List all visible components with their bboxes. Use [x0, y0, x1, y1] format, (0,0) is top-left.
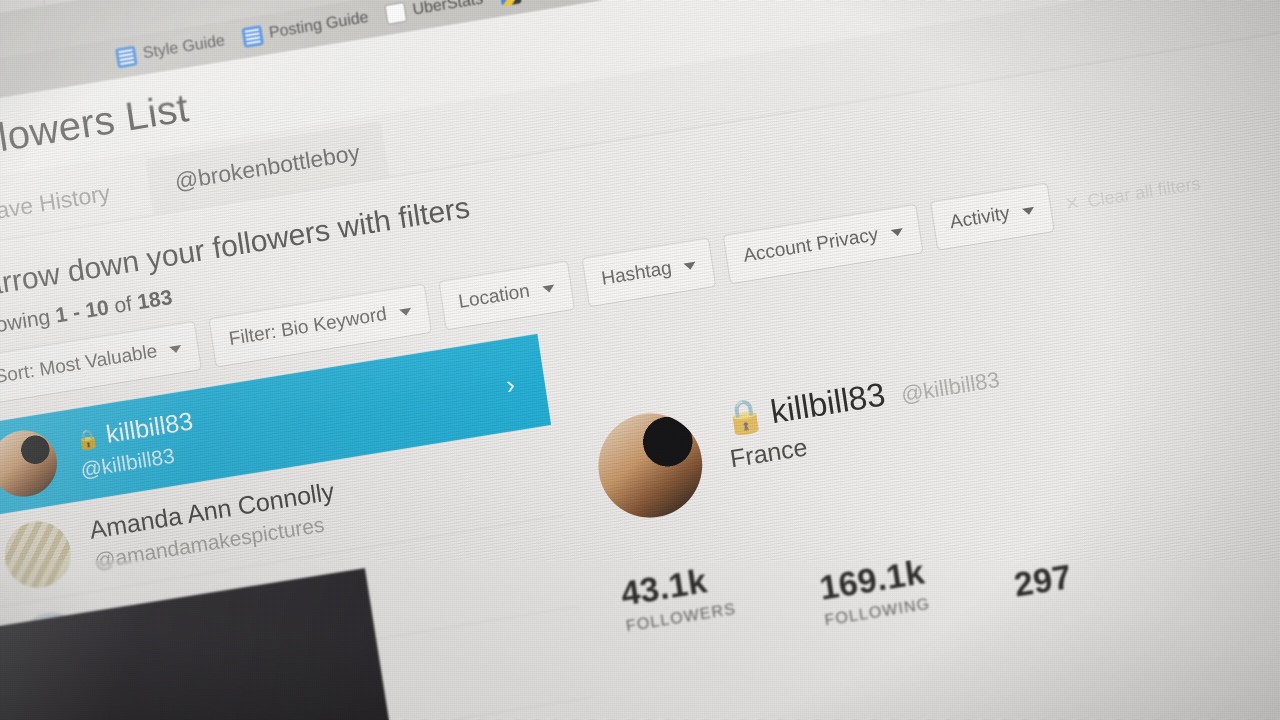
- bookmark-label: UberStats: [411, 0, 485, 19]
- avatar: [0, 425, 62, 502]
- chevron-right-icon: ›: [503, 368, 517, 400]
- chevron-down-icon: [398, 307, 412, 317]
- chevron-down-icon: [890, 227, 904, 237]
- laptop-photo-scene: ...ollowers Launc TNW Add N TNW Get E. A…: [0, 0, 1280, 720]
- gdoc-icon: [241, 25, 264, 49]
- chevron-down-icon: [683, 261, 697, 270]
- chevron-down-icon: [541, 284, 555, 293]
- chevron-down-icon: [1021, 206, 1035, 216]
- showing-range: 1 - 10: [53, 296, 111, 328]
- bookmark-label: GIFS: [526, 0, 566, 1]
- showing-total: 183: [135, 285, 174, 315]
- profile-avatar: [591, 405, 710, 526]
- bookmark-label: Style Guide: [141, 32, 226, 63]
- stat-value: 297: [1011, 557, 1075, 605]
- gdoc-icon: [114, 45, 138, 69]
- chip-location[interactable]: Location: [438, 260, 575, 331]
- stat-tweets: 297: [1012, 558, 1075, 610]
- chip-label: Account Privacy: [742, 224, 880, 267]
- avatar: [0, 516, 76, 592]
- profile-handle: @killbill83: [899, 366, 1002, 408]
- chip-activity[interactable]: Activity: [929, 182, 1055, 251]
- clear-filters-label: Clear all filters: [1086, 172, 1202, 211]
- stat-following: 169.1k FOLLOWING: [817, 553, 933, 640]
- chip-label: Hashtag: [600, 257, 674, 290]
- chevron-down-icon: [169, 344, 183, 354]
- bookmark-label: Posting Guide: [267, 8, 370, 42]
- chip-label: Filter: Bio Keyword: [227, 303, 389, 351]
- document-icon: [384, 1, 408, 25]
- chip-label: Activity: [948, 202, 1012, 234]
- chip-label: Sort: Most Valuable: [0, 341, 159, 389]
- lock-icon: 🔒: [721, 394, 768, 438]
- showing-of: of: [107, 291, 140, 319]
- stat-followers: 43.1k FOLLOWERS: [618, 558, 742, 672]
- chip-hashtag[interactable]: Hashtag: [581, 237, 717, 308]
- clear-all-filters-button[interactable]: ✕ Clear all filters: [1063, 173, 1202, 216]
- chip-label: Location: [457, 280, 532, 313]
- list-item-names: killbill83 @killbill83: [74, 407, 199, 483]
- image-icon: [499, 0, 523, 7]
- close-icon: ✕: [1063, 192, 1082, 215]
- bookmark-item[interactable]: GIFS: [499, 0, 566, 7]
